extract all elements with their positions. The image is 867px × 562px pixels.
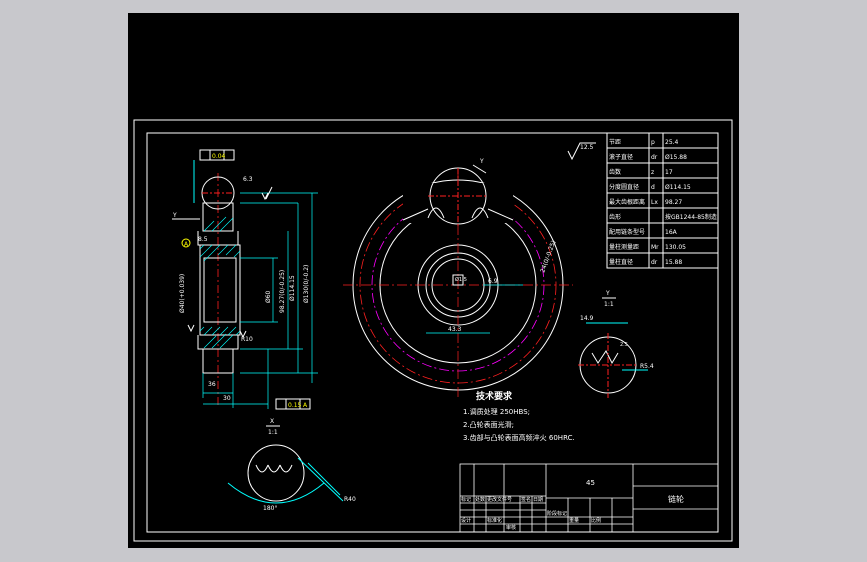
title-material: 45 xyxy=(586,479,595,487)
drawing-canvas: 0.04 Ø60 98.27(0/-0.25) Ø114.15 Ø130(0/-… xyxy=(133,119,733,542)
param-name: 量柱测量距 xyxy=(609,243,639,251)
svg-text:A: A xyxy=(184,241,189,248)
footer-label-4: 比例 xyxy=(591,517,601,524)
param-table: 节距 p 25.4 滚子直径 dr Ø15.88 齿数 z 17 分度圆直径 d Ø114.15 最大齿… xyxy=(606,132,719,269)
param-value: 25.4 xyxy=(665,139,679,146)
param-name: 最大齿根距离 xyxy=(609,198,645,206)
title-name: 链轮 xyxy=(668,494,684,504)
dim-36: 36 xyxy=(208,381,216,388)
cad-viewport[interactable]: 0.04 Ø60 98.27(0/-0.25) Ø114.15 Ø130(0/-… xyxy=(128,13,739,548)
tolerance-top: 0.04 xyxy=(212,153,226,160)
svg-text:98.27(0/-0.25): 98.27(0/-0.25) xyxy=(279,270,286,313)
param-value: 按GB1244-85制造 xyxy=(665,213,717,221)
param-value: 130.05 xyxy=(665,244,686,251)
front-view: Y Ø1.5 43.3 6.9 24(0/-0.25) xyxy=(343,158,573,398)
view-x-scale: 1:1 xyxy=(268,429,278,436)
param-value: 98.27 xyxy=(665,199,682,206)
svg-text:2.5: 2.5 xyxy=(620,342,628,348)
param-value: 17 xyxy=(665,169,673,176)
header-label-3: 签名 xyxy=(521,496,531,503)
detail-y: Y 1:1 14.9 R5.4 2.5 xyxy=(578,290,654,398)
dim-r54: R5.4 xyxy=(640,363,654,370)
param-symbol: p xyxy=(651,139,655,146)
footer-label-1: 标准化 xyxy=(487,517,502,524)
param-symbol: Lx xyxy=(651,199,658,206)
svg-text:Ø1.5: Ø1.5 xyxy=(455,276,467,283)
param-value: 16A xyxy=(665,229,678,236)
tech-item-3: 3.齿部与凸轮表面高频淬火 60HRC. xyxy=(463,433,575,442)
param-name: 齿形 xyxy=(609,213,621,221)
tech-item-1: 1.调质处理 250HBS; xyxy=(463,407,530,416)
param-symbol: z xyxy=(651,169,654,176)
header-label-4: 日期 xyxy=(533,497,543,503)
view-x-label: X xyxy=(270,418,274,425)
review-label: 审核 xyxy=(506,524,516,531)
svg-text:Ø130(0/-0.2): Ø130(0/-0.2) xyxy=(303,265,310,303)
param-name: 配用链条型号 xyxy=(609,228,645,236)
tech-title: 技术要求 xyxy=(476,390,513,402)
param-value: 15.88 xyxy=(665,259,682,266)
svg-text:Ø114.15: Ø114.15 xyxy=(289,275,296,301)
header-label-0: 标记 xyxy=(461,496,471,503)
footer-label-0: 设计 xyxy=(461,517,471,524)
footer-label-3: 重量 xyxy=(569,517,579,524)
dim-30: 30 xyxy=(223,395,231,402)
view-y-label: Y xyxy=(605,290,610,297)
svg-text:6.9: 6.9 xyxy=(488,278,498,285)
roughness-main: 12.5 xyxy=(580,144,594,151)
roughness-symbol: 12.5 xyxy=(567,142,596,161)
header-label-1: 处数 xyxy=(475,496,485,503)
detail-x: X 1:1 180° R40 xyxy=(227,418,356,512)
param-name: 滚子直径 xyxy=(609,153,633,161)
svg-text:Ø40(+0.039): Ø40(+0.039) xyxy=(179,274,186,313)
param-value: Ø114.15 xyxy=(665,184,691,191)
footer-label-2: 阶段标记 xyxy=(547,510,567,517)
svg-text:Y: Y xyxy=(479,158,484,165)
param-symbol: Mr xyxy=(651,244,659,251)
datum-label: A xyxy=(303,402,308,409)
dim-8: 8.5 xyxy=(198,236,208,243)
view-y-scale: 1:1 xyxy=(604,301,614,308)
section-view: 0.04 Ø60 98.27(0/-0.25) Ø114.15 Ø130(0/-… xyxy=(172,149,318,410)
param-symbol: d xyxy=(651,184,655,191)
header-label-2: 更改文件号 xyxy=(487,496,512,503)
dim-14: 14.9 xyxy=(580,315,594,322)
param-name: 量柱直径 xyxy=(609,258,633,266)
roughness-other: 6.3 xyxy=(243,176,253,183)
dim-r40: R40 xyxy=(344,496,356,503)
tolerance-bottom: 0.15 xyxy=(288,402,302,409)
tech-item-2: 2.凸轮表面光滑; xyxy=(463,420,514,429)
param-name: 齿数 xyxy=(609,168,621,176)
dim-angle: 180° xyxy=(263,505,277,512)
param-name: 节距 xyxy=(609,138,621,146)
svg-text:Y: Y xyxy=(172,212,177,219)
param-symbol: dr xyxy=(651,154,658,161)
svg-text:43.3: 43.3 xyxy=(448,326,462,333)
tech-requirements: 技术要求 1.调质处理 250HBS; 2.凸轮表面光滑; 3.齿部与凸轮表面高… xyxy=(463,390,575,442)
param-symbol: dr xyxy=(651,259,658,266)
svg-text:Ø60: Ø60 xyxy=(265,290,272,303)
param-name: 分度圆直径 xyxy=(609,183,639,191)
param-value: Ø15.88 xyxy=(665,154,687,161)
